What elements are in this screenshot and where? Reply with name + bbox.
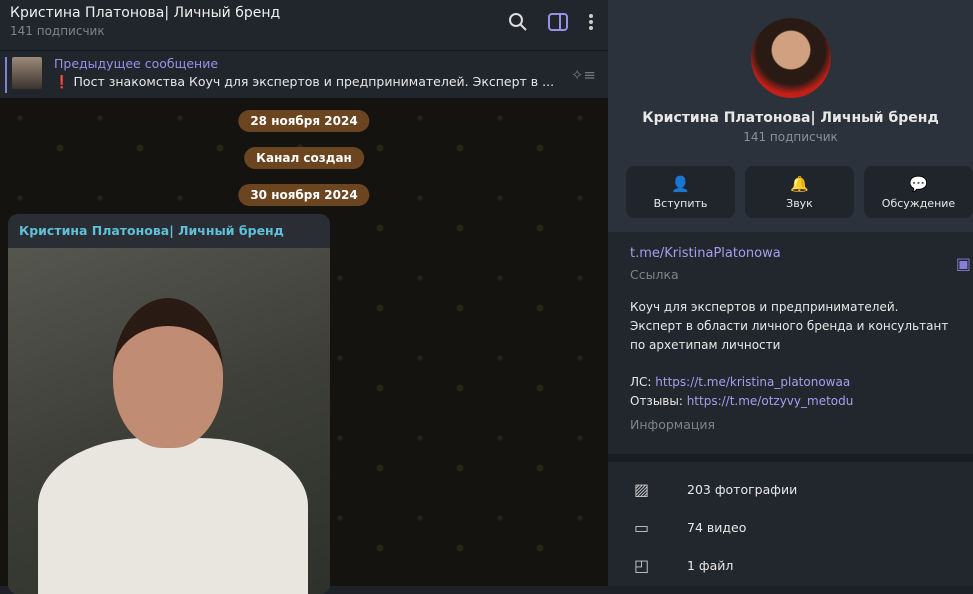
pin-list-icon[interactable]: ✧≡ — [571, 66, 596, 84]
info-label: Информация — [630, 417, 716, 432]
reviews-prefix: Отзывы: — [630, 394, 687, 408]
pinned-text: ❗ Пост знакомства Коуч для экспертов и п… — [54, 74, 555, 89]
photo-jacket — [38, 438, 308, 594]
chat-header[interactable]: Кристина Платонова| Личный бренд 141 под… — [0, 0, 608, 50]
channel-description: Коуч для экспертов и предпринимателей. Э… — [630, 300, 949, 352]
qr-code-icon[interactable]: ▣ — [956, 254, 971, 273]
service-message: Канал создан — [244, 147, 364, 169]
pinned-message[interactable]: Предыдущее сообщение ❗ Пост знакомства К… — [0, 50, 608, 98]
profile-subscribers: 141 подписчик — [743, 130, 838, 144]
link-label: Ссылка — [630, 267, 679, 282]
date-pill: 30 ноября 2024 — [238, 184, 370, 206]
divider — [608, 454, 973, 462]
message-photo[interactable] — [8, 248, 330, 594]
join-label: Вступить — [653, 196, 708, 210]
media-videos[interactable]: ▭ 74 видео — [608, 508, 973, 546]
videos-count: 74 видео — [687, 519, 747, 535]
user-add-icon: 👤 — [671, 174, 690, 193]
files-count: 1 файл — [687, 557, 734, 573]
dm-link[interactable]: https://t.me/kristina_platonowaa — [655, 375, 850, 389]
message-area: 28 ноября 2024 Канал создан 30 ноября 20… — [0, 98, 608, 594]
media-photos[interactable]: ▨ 203 фотографии — [608, 470, 973, 508]
channel-link[interactable]: t.me/KristinaPlatonowa — [630, 246, 951, 261]
message-bubble[interactable]: Кристина Платонова| Личный бренд — [8, 214, 330, 594]
photo-face — [113, 298, 223, 448]
pinned-label: Предыдущее сообщение — [54, 56, 219, 71]
date-pill: 28 ноября 2024 — [238, 110, 370, 132]
avatar[interactable] — [750, 18, 831, 98]
discussion-button[interactable]: 💬 Обсуждение — [864, 166, 973, 218]
photos-count: 203 фотографии — [687, 481, 798, 497]
video-icon: ▭ — [634, 517, 650, 537]
message-author[interactable]: Кристина Платонова| Личный бренд — [8, 214, 330, 247]
profile-name: Кристина Платонова| Личный бренд — [642, 110, 939, 126]
search-icon[interactable] — [508, 12, 528, 32]
chat-panel: Кристина Платонова| Личный бренд 141 под… — [0, 0, 608, 594]
media-files[interactable]: ◰ 1 файл — [608, 546, 973, 584]
chat-bubble-icon: 💬 — [909, 174, 928, 193]
profile-panel: Кристина Платонова| Личный бренд 141 под… — [608, 0, 973, 586]
discussion-label: Обсуждение — [881, 196, 956, 210]
sidebar-toggle-icon[interactable] — [548, 13, 568, 31]
photo-icon: ▨ — [634, 479, 650, 499]
pin-bar — [5, 57, 7, 93]
pinned-thumbnail — [12, 57, 42, 89]
join-button[interactable]: 👤 Вступить — [626, 166, 735, 218]
sound-button[interactable]: 🔔 Звук — [745, 166, 854, 218]
sound-label: Звук — [786, 196, 813, 210]
dm-prefix: ЛС: — [630, 375, 656, 389]
file-icon: ◰ — [634, 555, 650, 575]
reviews-link[interactable]: https://t.me/otzyvy_metodu — [687, 394, 854, 408]
bell-icon: 🔔 — [790, 174, 809, 193]
more-icon[interactable] — [588, 13, 594, 31]
